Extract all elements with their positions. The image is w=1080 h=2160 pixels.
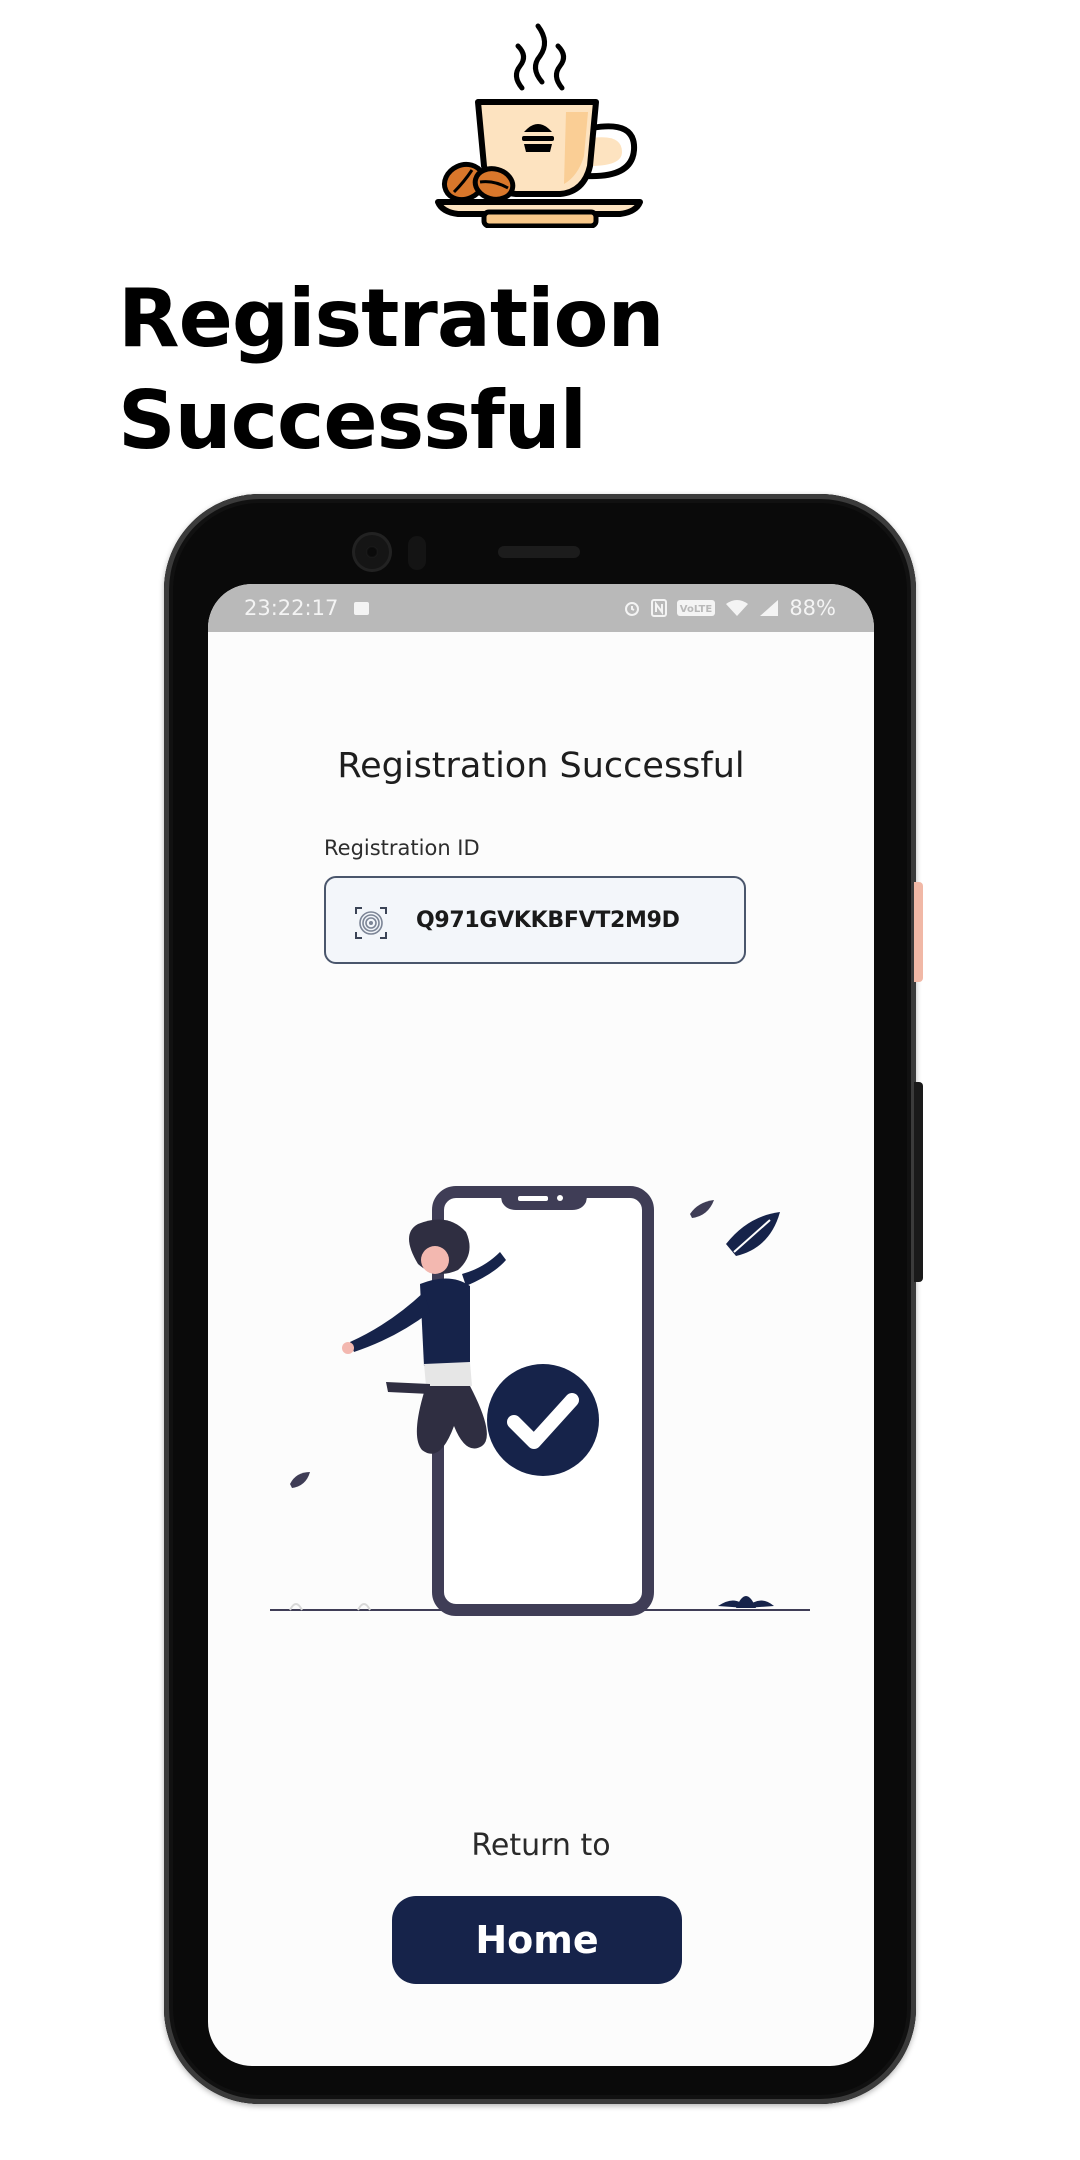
- screen-title: Registration Successful: [337, 746, 745, 786]
- proximity-sensor: [408, 536, 426, 570]
- wifi-icon: [726, 600, 749, 616]
- volte-icon: VoLTE: [677, 600, 716, 616]
- battery-text: 88%: [789, 596, 836, 620]
- phone-side-button: [914, 882, 923, 982]
- check-circle-icon: [487, 1364, 599, 1476]
- status-time: 23:22:17: [244, 596, 339, 620]
- return-to-text: Return to: [471, 1828, 611, 1863]
- registration-id-label: Registration ID: [324, 836, 480, 860]
- signal-icon: [760, 600, 779, 616]
- headline-line2: Successful: [118, 374, 587, 467]
- nfc-icon: [651, 599, 668, 617]
- registration-id-field[interactable]: Q971GVKKBFVT2M9D: [324, 876, 746, 964]
- status-bar: 23:22:17 VoLTE 88%: [208, 584, 874, 632]
- front-camera-icon: [352, 532, 392, 572]
- registration-id-value: Q971GVKKBFVT2M9D: [416, 908, 680, 933]
- alarm-icon: [625, 602, 640, 616]
- svg-text:VoLTE: VoLTE: [680, 604, 713, 615]
- coffee-cup-burger-icon: [435, 23, 643, 229]
- earpiece-speaker: [498, 546, 580, 558]
- success-illustration: [270, 1186, 810, 1616]
- status-icons: VoLTE 88%: [623, 596, 836, 620]
- headline-line1: Registration: [118, 272, 664, 365]
- phone-screen: 23:22:17 VoLTE 88% Registration Successf…: [208, 584, 874, 2066]
- home-button[interactable]: Home: [392, 1896, 682, 1984]
- image-icon: [354, 602, 369, 615]
- phone-power-button: [914, 1082, 923, 1282]
- page-headline: Registration Successful: [118, 268, 664, 472]
- fingerprint-icon: [355, 907, 387, 939]
- coffee-logo: [424, 16, 650, 229]
